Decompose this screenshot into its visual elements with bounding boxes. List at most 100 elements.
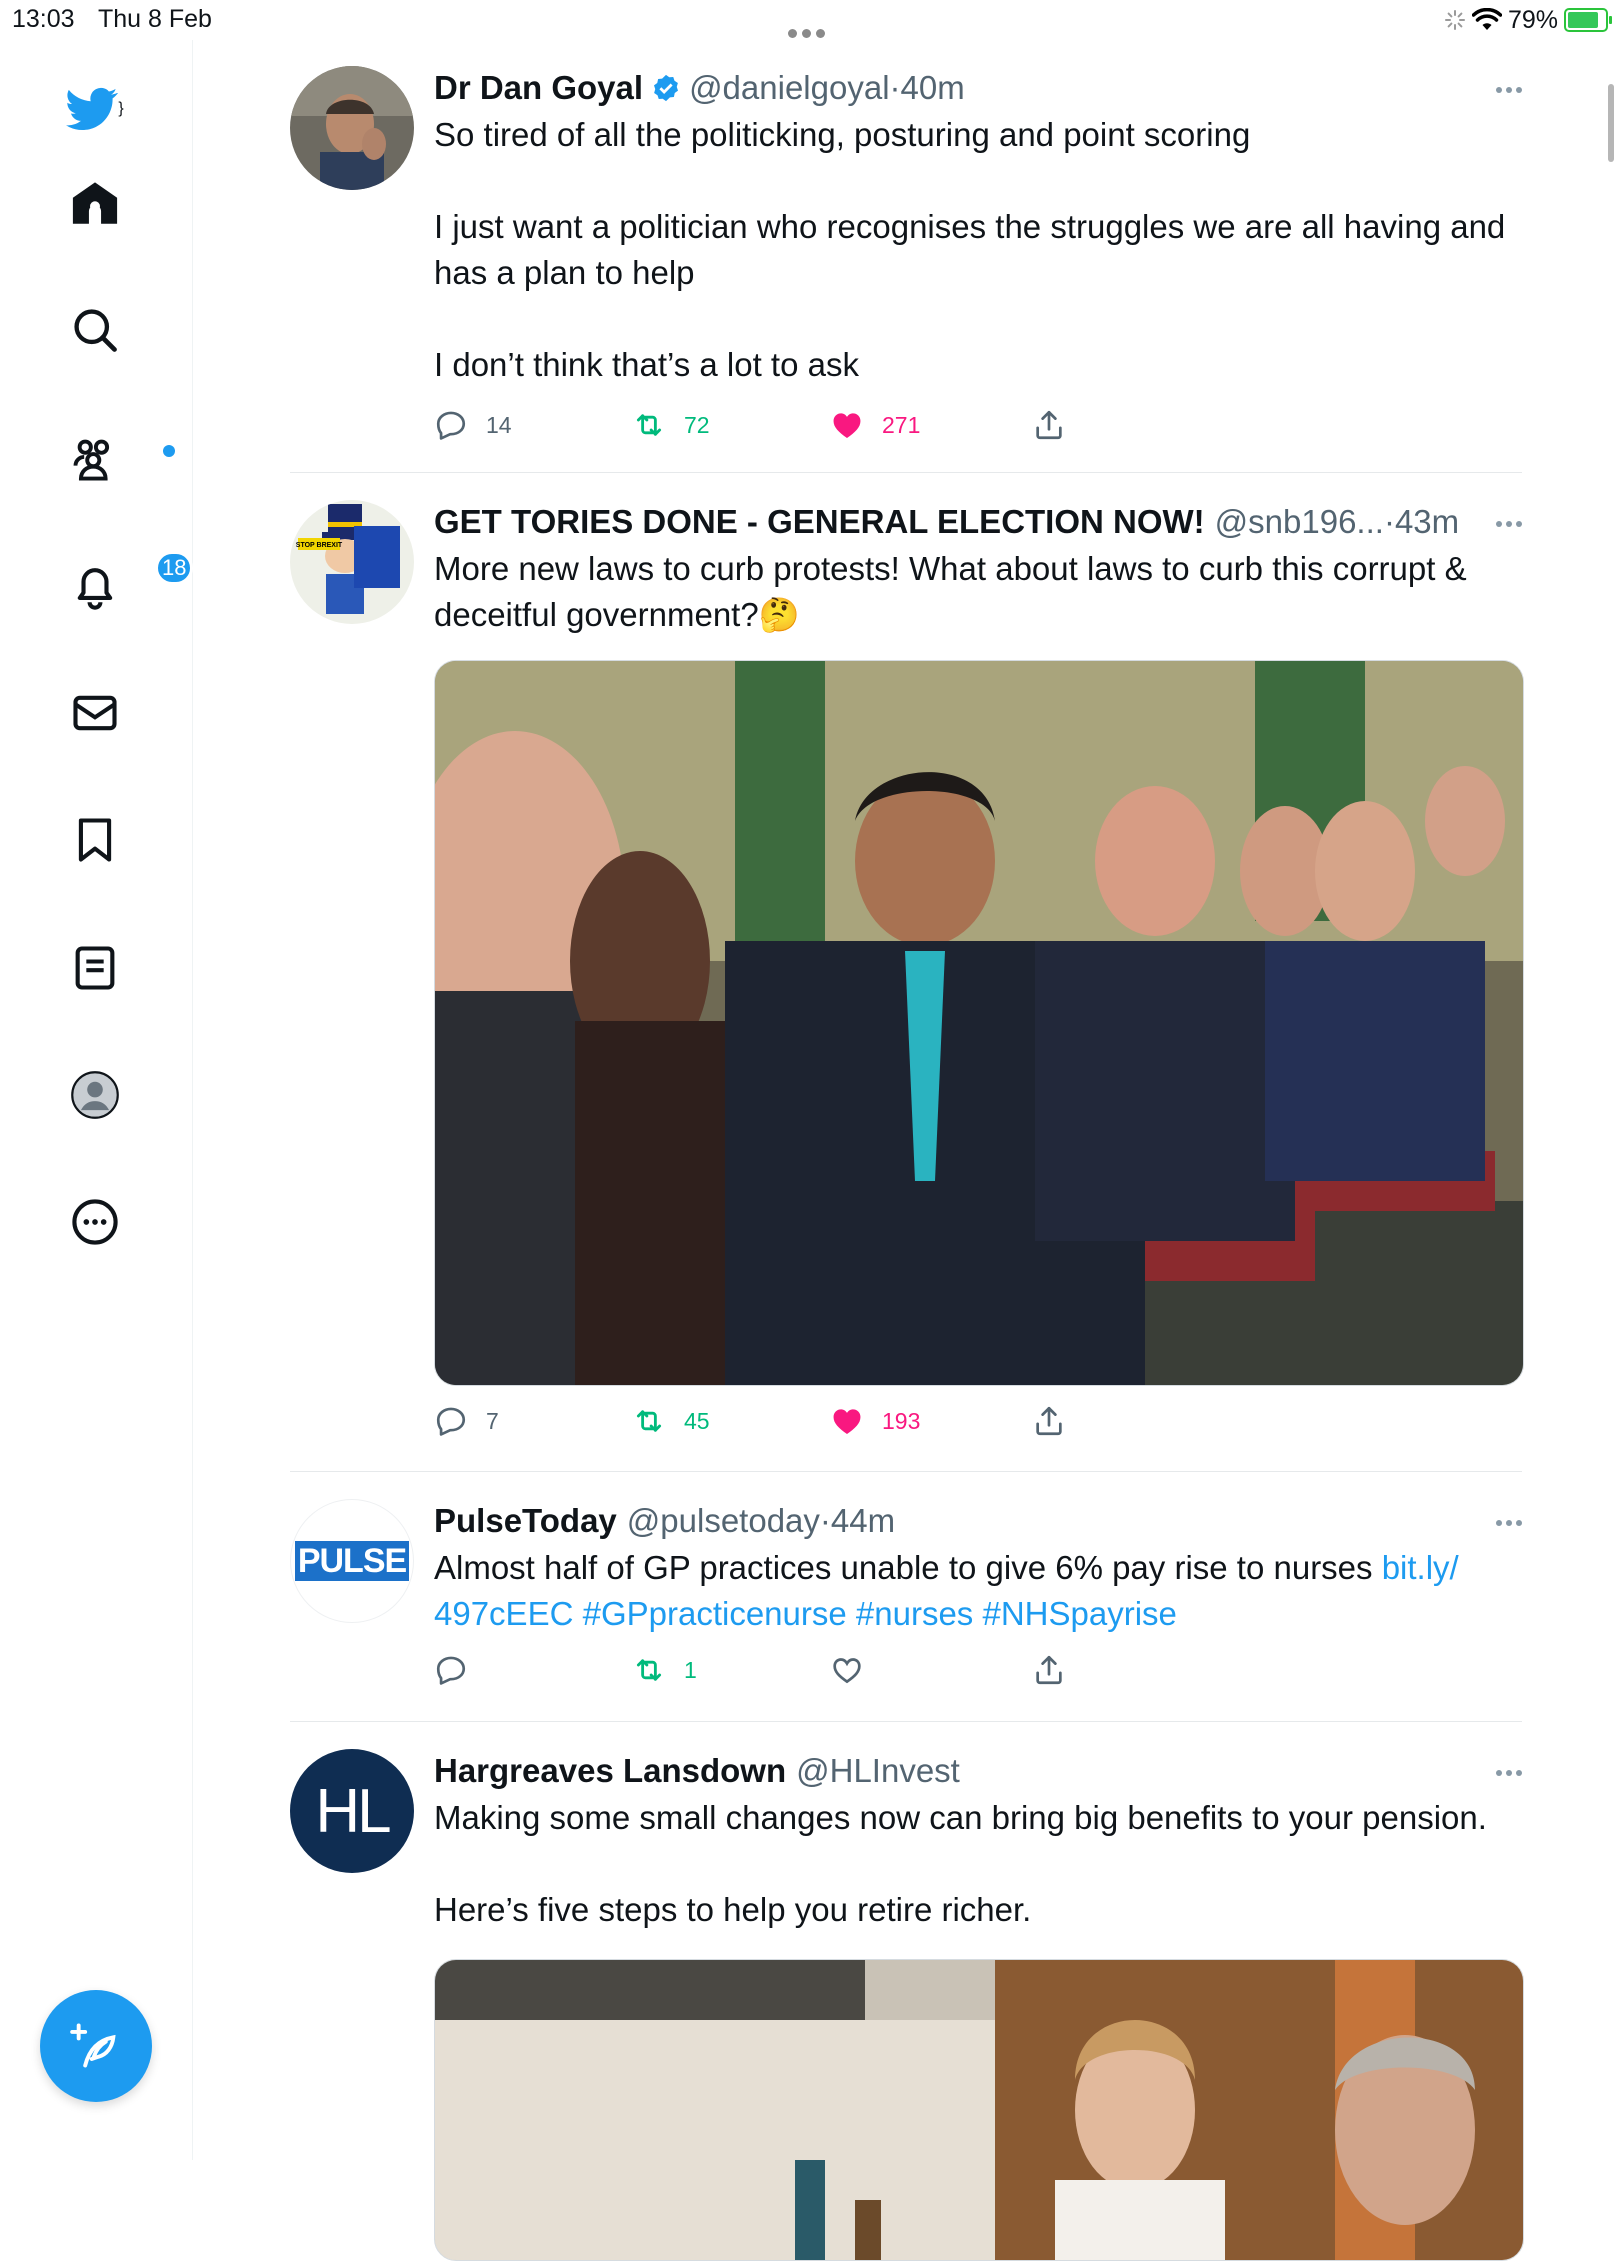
sidebar-item-messages[interactable] — [55, 673, 135, 753]
sidebar-item-notifications[interactable]: 18 — [55, 546, 194, 626]
sidebar-item-profile[interactable] — [55, 1055, 135, 1135]
compose-tweet-button[interactable] — [40, 1990, 152, 2102]
sidebar-item-home[interactable] — [55, 163, 135, 243]
retweet-button[interactable]: 1 — [632, 1653, 697, 1687]
avatar-logo-text: PULSE — [294, 1541, 410, 1581]
tweet-header: PulseToday @pulsetoday · 44m — [434, 1499, 1522, 1543]
author-handle[interactable]: @danielgoyal — [689, 66, 889, 110]
author-handle[interactable]: @pulsetoday — [627, 1499, 820, 1543]
retweet-icon — [636, 1659, 662, 1681]
tweet-divider — [290, 1471, 1522, 1472]
reply-button[interactable]: 14 — [434, 408, 512, 442]
share-button[interactable] — [1032, 1653, 1066, 1687]
more-options-icon[interactable] — [1492, 1513, 1522, 1531]
author-name[interactable]: Hargreaves Lansdown — [434, 1749, 786, 1793]
compose-feather-icon — [70, 2023, 116, 2068]
status-time: 13:03 — [12, 5, 75, 33]
search-icon — [74, 309, 117, 352]
tweet-divider — [290, 472, 1522, 473]
avatar-logo-text: HL — [315, 1776, 391, 1846]
author-name[interactable]: PulseToday — [434, 1499, 617, 1543]
tweet-text: Almost half of GP practices unable to gi… — [434, 1545, 1522, 1637]
like-button[interactable]: 193 — [830, 1404, 920, 1438]
reply-button[interactable]: 7 — [434, 1404, 499, 1438]
communities-dot — [163, 445, 175, 457]
tweet-media-image[interactable] — [434, 1959, 1524, 2261]
tweet-time[interactable]: 43m — [1395, 500, 1459, 544]
author-handle[interactable]: @HLInvest — [796, 1749, 960, 1793]
reply-icon — [436, 1656, 466, 1685]
status-date: Thu 8 Feb — [98, 5, 212, 33]
scrollbar-thumb[interactable] — [1608, 84, 1614, 162]
sidebar-item-bookmarks[interactable] — [55, 800, 135, 880]
avatar[interactable]: STOP BREXIT — [290, 500, 414, 624]
verified-badge-icon — [654, 74, 679, 102]
tweet-text: More new laws to curb protests! What abo… — [434, 550, 1476, 633]
sidebar-item-lists[interactable] — [55, 928, 135, 1008]
hashtag-link[interactable]: #NHSpayrise — [982, 1595, 1176, 1632]
profile-icon — [71, 1071, 119, 1119]
sidebar-item-explore[interactable] — [55, 290, 135, 370]
wifi-icon — [1471, 8, 1502, 30]
sidebar-item-more[interactable] — [55, 1182, 135, 1262]
like-count: 271 — [882, 411, 921, 438]
tweet-text: So tired of all the politicking, posturi… — [434, 116, 1506, 383]
retweet-icon — [636, 414, 662, 436]
home-icon — [72, 182, 118, 224]
like-button[interactable]: 271 — [830, 408, 920, 442]
retweet-button[interactable]: 45 — [632, 1404, 710, 1438]
sidebar: } 18 — [0, 40, 194, 2160]
separator-dot: · — [889, 69, 901, 106]
share-button[interactable] — [1032, 408, 1066, 442]
twitter-logo-icon[interactable]: } — [55, 69, 135, 149]
more-options-icon[interactable] — [1492, 80, 1522, 98]
notifications-badge: 18 — [155, 551, 194, 585]
status-right: 79% — [1444, 4, 1612, 36]
avatar[interactable]: HL — [290, 1749, 414, 1873]
envelope-icon — [73, 695, 117, 731]
heart-filled-icon — [833, 413, 861, 439]
heart-filled-icon — [833, 1409, 861, 1435]
separator-dot: · — [1383, 503, 1395, 540]
share-button[interactable] — [1032, 1404, 1066, 1438]
battery-icon — [1564, 8, 1612, 32]
tweet-actions: 7 45 193 — [434, 1398, 1522, 1458]
bookmark-icon — [78, 818, 112, 862]
retweet-count: 72 — [684, 411, 710, 438]
author-handle[interactable]: @snb196... — [1215, 500, 1384, 544]
more-options-icon[interactable] — [1492, 1763, 1522, 1781]
tweet-media-image[interactable] — [434, 660, 1524, 1386]
retweet-icon — [636, 1410, 662, 1432]
loading-spinner-icon — [1444, 10, 1465, 30]
sidebar-item-communities[interactable] — [55, 418, 175, 498]
bell-icon — [77, 568, 113, 610]
avatar[interactable] — [290, 66, 414, 190]
share-icon — [1036, 410, 1062, 440]
tweet-time[interactable]: 40m — [901, 66, 965, 110]
reply-count: 7 — [486, 1407, 499, 1434]
share-icon — [1036, 1406, 1062, 1436]
communities-icon — [73, 439, 110, 481]
status-bar: 13:03 Thu 8 Feb 79% — [0, 0, 1620, 40]
like-button[interactable] — [830, 1653, 882, 1687]
like-count: 193 — [882, 1407, 921, 1434]
hashtag-link[interactable]: #GPpracticenurse — [583, 1595, 847, 1632]
tweet-header: Dr Dan Goyal @danielgoyal · 40m — [434, 66, 1522, 110]
author-name[interactable]: Dr Dan Goyal — [434, 66, 643, 110]
tweet-header: GET TORIES DONE - GENERAL ELECTION NOW! … — [434, 500, 1522, 544]
hashtag-link[interactable]: #nurses — [856, 1595, 973, 1632]
reply-button[interactable] — [434, 1653, 486, 1687]
more-circle-icon — [72, 1199, 118, 1245]
avatar[interactable]: PULSE — [290, 1499, 414, 1623]
more-options-icon[interactable] — [1492, 514, 1522, 532]
battery-percent: 79% — [1507, 5, 1558, 34]
retweet-button[interactable]: 72 — [632, 408, 710, 442]
author-name[interactable]: GET TORIES DONE - GENERAL ELECTION NOW! — [434, 500, 1205, 544]
tweet-header: Hargreaves Lansdown @HLInvest — [434, 1749, 1522, 1793]
share-icon — [1036, 1655, 1062, 1685]
multitasking-dots-icon[interactable] — [788, 16, 832, 38]
tweet-time[interactable]: 44m — [831, 1499, 895, 1543]
heart-outline-icon — [833, 1658, 861, 1684]
tweet-text: Making some small changes now can bring … — [434, 1799, 1487, 1928]
reply-icon — [436, 1407, 466, 1436]
